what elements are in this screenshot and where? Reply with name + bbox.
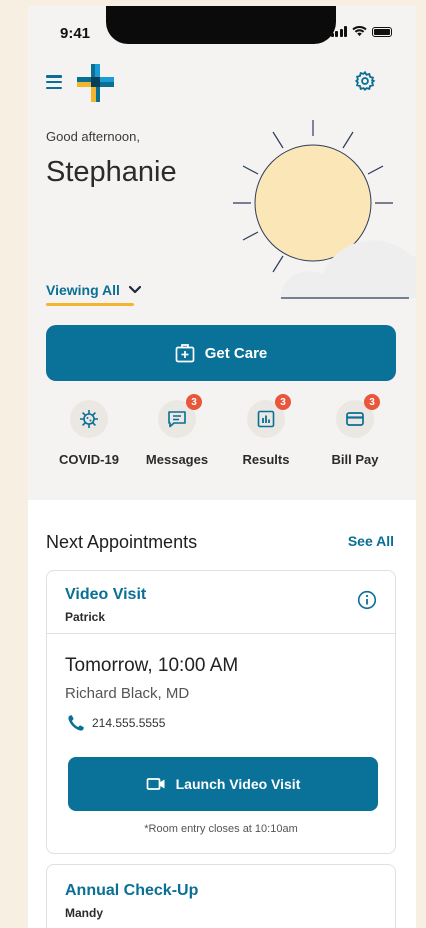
signal-icon bbox=[330, 26, 347, 37]
device-notch bbox=[106, 6, 336, 44]
appointment-card[interactable]: Video Visit Patrick Tomorrow, 10:00 AM R… bbox=[46, 570, 396, 854]
quick-actions: COVID-19 3 Messages 3 Results 3 Bill Pay bbox=[28, 394, 416, 500]
appointments-section: Next Appointments See All Video Visit Pa… bbox=[28, 500, 416, 928]
quick-action-label: Bill Pay bbox=[331, 452, 379, 467]
see-all-link[interactable]: See All bbox=[348, 533, 394, 549]
battery-icon bbox=[372, 27, 392, 37]
quick-action-label: Messages bbox=[145, 452, 209, 467]
appointment-doctor: Richard Black, MD bbox=[65, 685, 190, 702]
message-icon bbox=[168, 411, 186, 428]
get-care-label: Get Care bbox=[204, 344, 268, 362]
launch-video-visit-label: Launch Video Visit bbox=[175, 776, 301, 792]
quick-action-bill-pay[interactable]: 3 Bill Pay bbox=[315, 394, 395, 467]
results-count-badge: 3 bbox=[275, 394, 291, 410]
chart-icon bbox=[257, 410, 275, 428]
room-entry-note: *Room entry closes at 10:10am bbox=[144, 823, 298, 835]
appointment-card[interactable]: Annual Check-Up Mandy bbox=[46, 864, 396, 928]
top-bar bbox=[28, 58, 416, 108]
video-camera-icon bbox=[146, 778, 165, 790]
status-time: 9:41 bbox=[60, 25, 91, 42]
appointment-type: Annual Check-Up bbox=[65, 882, 199, 899]
logo-icon bbox=[77, 64, 114, 102]
phone-icon bbox=[68, 715, 84, 731]
quick-action-label: COVID-19 bbox=[59, 452, 119, 467]
virus-icon bbox=[80, 410, 98, 428]
viewing-selector[interactable]: Viewing All bbox=[46, 282, 142, 298]
bill-count-badge: 3 bbox=[364, 394, 380, 410]
sun-cloud-illustration bbox=[233, 120, 416, 299]
credit-card-icon bbox=[346, 412, 364, 426]
viewing-label: Viewing All bbox=[46, 282, 120, 298]
appointment-patient: Patrick bbox=[65, 610, 106, 624]
appointment-phone[interactable]: 214.555.5555 bbox=[67, 714, 165, 732]
gear-icon[interactable] bbox=[354, 70, 376, 92]
appointment-time: Tomorrow, 10:00 AM bbox=[65, 655, 239, 676]
medical-kit-icon bbox=[175, 344, 195, 363]
quick-action-label: Results bbox=[242, 452, 290, 467]
chevron-down-icon bbox=[128, 285, 142, 294]
wifi-icon bbox=[352, 26, 367, 37]
phone-number: 214.555.5555 bbox=[92, 716, 166, 730]
status-icons bbox=[330, 26, 392, 37]
menu-icon[interactable] bbox=[46, 75, 62, 89]
status-bar: 9:41 bbox=[28, 6, 416, 56]
section-title: Next Appointments bbox=[46, 532, 198, 552]
appointment-type: Video Visit bbox=[65, 586, 147, 603]
quick-action-covid[interactable]: COVID-19 bbox=[49, 400, 129, 467]
appointment-patient: Mandy bbox=[65, 906, 104, 920]
quick-action-results[interactable]: 3 Results bbox=[226, 394, 306, 467]
viewing-underline bbox=[46, 303, 134, 306]
appointment-card-header: Video Visit Patrick bbox=[47, 571, 395, 634]
launch-video-visit-button[interactable]: Launch Video Visit bbox=[68, 757, 378, 811]
message-count-badge: 3 bbox=[186, 394, 202, 410]
quick-action-messages[interactable]: 3 Messages bbox=[137, 394, 217, 467]
greeting-subtitle: Good afternoon, bbox=[46, 129, 140, 144]
app-screen: 9:41 Good afternoon, Stephanie Viewing A… bbox=[28, 6, 416, 928]
info-icon[interactable] bbox=[357, 590, 377, 610]
get-care-button[interactable]: Get Care bbox=[46, 325, 396, 381]
greeting-name: Stephanie bbox=[46, 156, 177, 188]
